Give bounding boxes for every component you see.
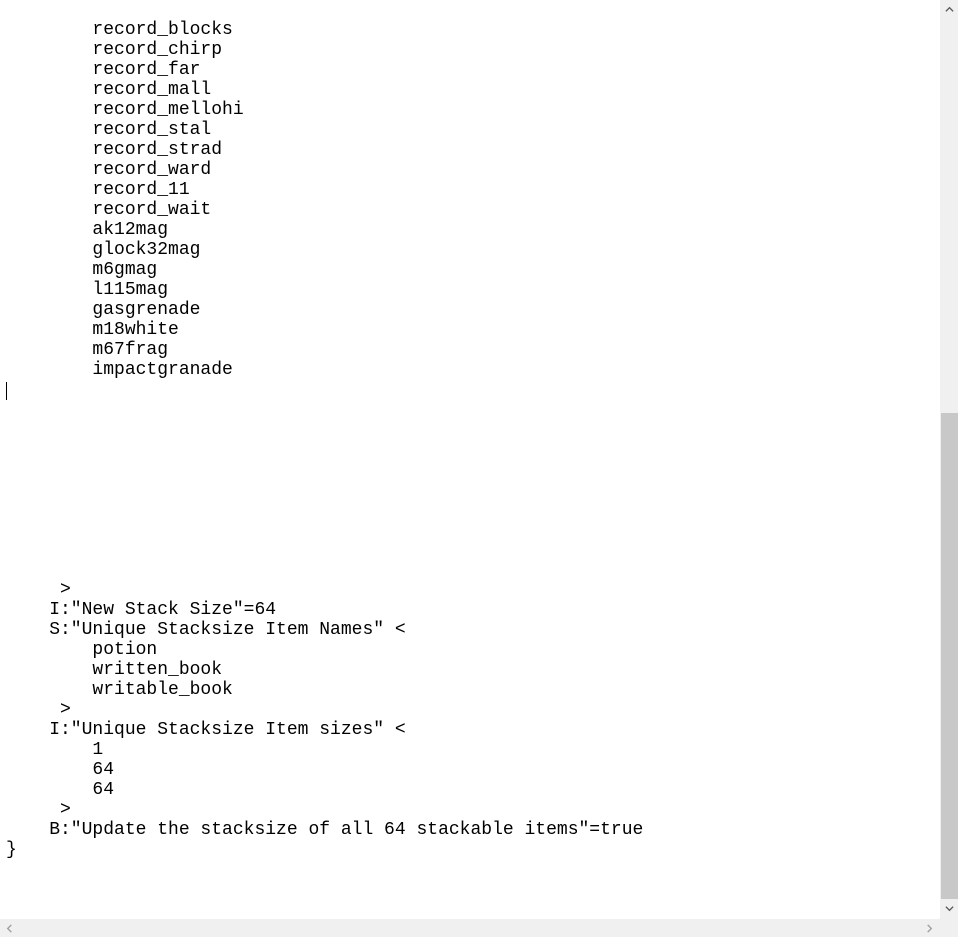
text-line: m18white: [6, 320, 939, 340]
text-line: written_book: [6, 660, 939, 680]
text-line: potion: [6, 640, 939, 660]
text-line: glock32mag: [6, 240, 939, 260]
text-line: I:"New Stack Size"=64: [6, 600, 939, 620]
text-line: [6, 440, 939, 460]
horizontal-scrollbar[interactable]: [0, 918, 939, 937]
text-line: >: [6, 580, 939, 600]
text-line: record_wait: [6, 200, 939, 220]
text-viewport[interactable]: record_blocks record_chirp record_far re…: [0, 0, 939, 918]
scrollbar-corner: [939, 918, 958, 937]
text-line: writable_book: [6, 680, 939, 700]
text-line: ak12mag: [6, 220, 939, 240]
text-line: B:"Update the stacksize of all 64 stacka…: [6, 820, 939, 840]
text-line: record_stal: [6, 120, 939, 140]
scroll-up-arrow[interactable]: [940, 0, 958, 19]
text-line: record_11: [6, 180, 939, 200]
text-caret: [6, 382, 7, 400]
text-line: m6gmag: [6, 260, 939, 280]
text-line: record_chirp: [6, 40, 939, 60]
scroll-right-arrow[interactable]: [920, 919, 939, 937]
text-line: [6, 540, 939, 560]
text-line: impactgranade: [6, 360, 939, 380]
text-line: 64: [6, 780, 939, 800]
text-line: record_blocks: [6, 20, 939, 40]
text-line: S:"Unique Stacksize Item Names" <: [6, 620, 939, 640]
text-line: [6, 380, 939, 400]
text-line: record_strad: [6, 140, 939, 160]
scroll-down-arrow[interactable]: [940, 899, 958, 918]
text-line: 1: [6, 740, 939, 760]
text-line: >: [6, 800, 939, 820]
text-line: record_ward: [6, 160, 939, 180]
text-line: l115mag: [6, 280, 939, 300]
text-line: [6, 520, 939, 540]
text-line: }: [6, 840, 939, 860]
text-line: record_far: [6, 60, 939, 80]
text-line: m67frag: [6, 340, 939, 360]
vertical-scrollbar[interactable]: [939, 0, 958, 918]
text-line: record_mall: [6, 80, 939, 100]
text-line: I:"Unique Stacksize Item sizes" <: [6, 720, 939, 740]
text-line: [6, 500, 939, 520]
text-line: [6, 480, 939, 500]
text-line: 64: [6, 760, 939, 780]
text-line: gasgrenade: [6, 300, 939, 320]
text-line: record_mellohi: [6, 100, 939, 120]
scroll-left-arrow[interactable]: [0, 919, 19, 937]
text-line: >: [6, 700, 939, 720]
text-line: [6, 420, 939, 440]
text-line: [6, 460, 939, 480]
vertical-scroll-thumb[interactable]: [941, 413, 958, 900]
text-line: [6, 560, 939, 580]
text-line: [6, 400, 939, 420]
